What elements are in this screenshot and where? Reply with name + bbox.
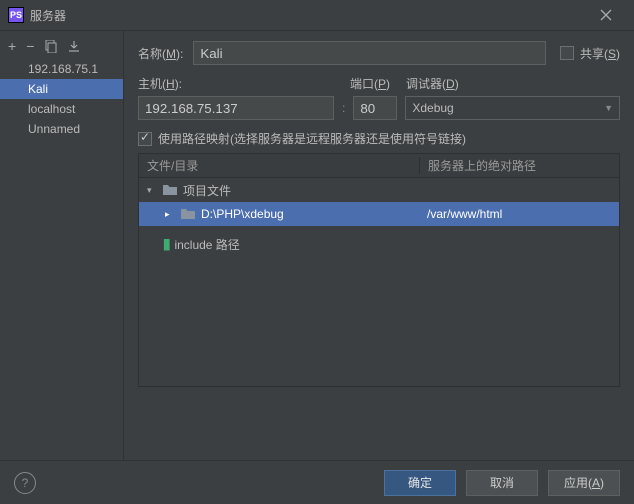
remove-icon[interactable]: − [26, 39, 34, 53]
host-input[interactable] [138, 96, 334, 120]
tree-row[interactable]: ▾ 项目文件 [139, 178, 619, 202]
server-list: 192.168.75.1KalilocalhostUnnamed [0, 59, 123, 460]
debugger-select[interactable]: Xdebug ▼ [405, 96, 620, 120]
ok-button[interactable]: 确定 [384, 470, 456, 496]
name-input[interactable] [193, 41, 546, 65]
window-title: 服务器 [30, 7, 600, 24]
copy-icon[interactable] [44, 40, 57, 53]
tree-col-files: 文件/目录 [139, 157, 419, 174]
close-icon[interactable] [600, 9, 626, 21]
host-label: 主机(H): [138, 75, 350, 92]
sidebar-item[interactable]: Unnamed [0, 119, 123, 139]
tree-row-label: D:\PHP\xdebug [201, 207, 284, 221]
include-icon: |||| [163, 237, 168, 251]
app-logo: PS [8, 7, 24, 23]
sidebar-item[interactable]: localhost [0, 99, 123, 119]
chevron-down-icon: ▼ [604, 103, 613, 113]
path-mapping-checkbox[interactable] [138, 132, 152, 146]
cancel-button[interactable]: 取消 [466, 470, 538, 496]
tree-row-label: 项目文件 [183, 182, 231, 199]
tree-row-label: include 路径 [174, 236, 239, 253]
host-port-separator: : [342, 101, 345, 115]
tree-row[interactable]: |||| include 路径 [139, 232, 619, 256]
import-icon[interactable] [67, 40, 80, 53]
sidebar-item[interactable]: 192.168.75.1 [0, 59, 123, 79]
port-input[interactable] [353, 96, 397, 120]
share-checkbox[interactable] [560, 46, 574, 60]
port-label: 端口(P) [350, 75, 406, 92]
add-icon[interactable]: + [8, 39, 16, 53]
sidebar-item[interactable]: Kali [0, 79, 123, 99]
tree-row-path[interactable]: /var/www/html [419, 207, 619, 221]
share-label: 共享(S) [580, 45, 620, 62]
folder-icon [163, 184, 177, 196]
tree-row[interactable]: ▸ D:\PHP\xdebug/var/www/html [139, 202, 619, 226]
folder-icon [181, 208, 195, 220]
help-icon[interactable]: ? [14, 472, 36, 494]
apply-button[interactable]: 应用(A) [548, 470, 620, 496]
name-label: 名称(M): [138, 45, 183, 62]
chevron-down-icon[interactable]: ▾ [147, 185, 157, 196]
debugger-value: Xdebug [412, 101, 453, 115]
chevron-right-icon[interactable]: ▸ [165, 209, 175, 220]
debugger-label: 调试器(D) [406, 75, 459, 92]
tree-col-path: 服务器上的绝对路径 [419, 157, 619, 174]
path-mapping-label: 使用路径映射(选择服务器是远程服务器还是使用符号链接) [158, 130, 466, 147]
tree-body: ▾ 项目文件 ▸ D:\PHP\xdebug/var/www/html |||| incl… [138, 177, 620, 387]
tree-header: 文件/目录 服务器上的绝对路径 [138, 153, 620, 177]
sidebar-toolbar: + − [0, 31, 123, 59]
